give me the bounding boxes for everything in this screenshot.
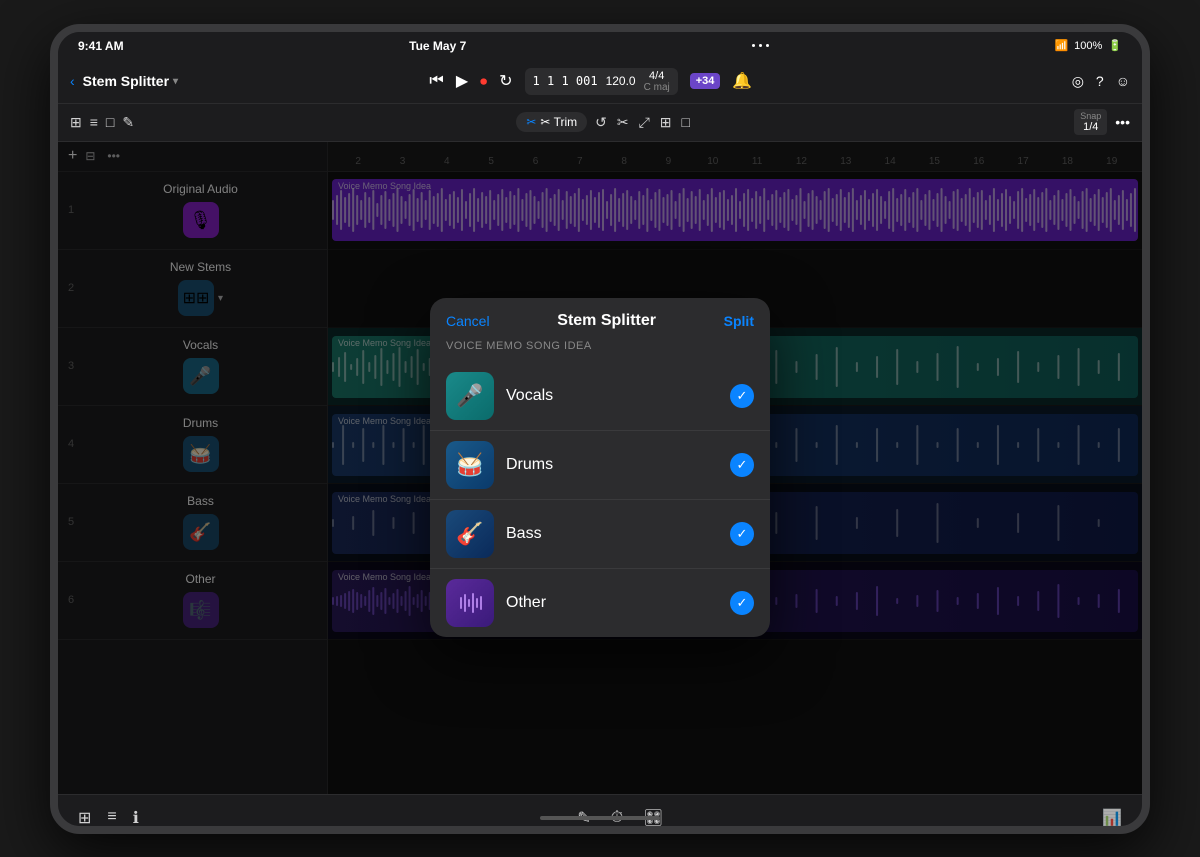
drums-icon: 🥁	[446, 441, 494, 489]
trim-button[interactable]: ✂ ✂ Trim	[516, 112, 587, 132]
title-right-icons: ◎ ? ☺	[1072, 73, 1130, 90]
battery-icon: 🔋	[1108, 39, 1122, 52]
skip-back-button[interactable]: ⏮	[429, 72, 443, 90]
snap-label: Snap	[1080, 111, 1101, 121]
info-icon[interactable]: ℹ	[133, 808, 139, 828]
bass-icon: 🎸	[446, 510, 494, 558]
other-checkbox[interactable]: ✓	[730, 591, 754, 615]
smart-controls-icon[interactable]: ✎	[122, 114, 134, 131]
stem-vocals-item[interactable]: 🎤 Vocals ✓	[430, 362, 770, 430]
trim-label: ✂ Trim	[540, 115, 577, 129]
main-content: + ⊟ ••• 1 Original Audio 🎙 2 New Stems ⊞…	[58, 142, 1142, 794]
vocals-icon: 🎤	[446, 372, 494, 420]
profile-button[interactable]: ☺	[1116, 73, 1130, 89]
back-button[interactable]: ‹	[70, 73, 75, 89]
paste-icon[interactable]: □	[682, 114, 690, 130]
time-sig: 4/4	[649, 70, 664, 82]
library-icon[interactable]: ⊞	[78, 808, 91, 828]
list-view-icon[interactable]: ≡	[90, 114, 98, 130]
toolbar-right: Snap 1/4 •••	[1074, 109, 1130, 135]
modal-subtitle: VOICE MEMO SONG IDEA	[430, 340, 770, 362]
bottom-right-icons: 📊	[1102, 808, 1122, 828]
home-indicator	[540, 816, 660, 820]
bottom-bar: ⊞ ≡ ℹ ✎ ⏱ 🎛 📊	[58, 794, 1142, 834]
modal-overlay: Cancel Stem Splitter Split VOICE MEMO SO…	[58, 142, 1142, 794]
position-numbers: 1 1 1 001	[533, 74, 598, 88]
resize-icon[interactable]: ⤢	[639, 114, 650, 131]
battery-label: 100%	[1074, 40, 1102, 52]
vocals-label: Vocals	[506, 387, 718, 405]
copy-icon[interactable]: ⊞	[660, 114, 672, 131]
split-button[interactable]: Split	[724, 313, 754, 329]
modal-title: Stem Splitter	[557, 312, 656, 330]
tuner-icon[interactable]: 🔔	[732, 71, 752, 91]
other-label: Other	[506, 594, 718, 612]
modal-header: Cancel Stem Splitter Split	[430, 298, 770, 340]
transport-controls: ⏮ ▶ ⏺ ↻ 1 1 1 001 120.0 4/4 C maj +34 🔔	[429, 68, 752, 95]
position-display: 1 1 1 001 120.0 4/4 C maj	[525, 68, 678, 95]
status-right: 📶 100% 🔋	[1054, 39, 1122, 52]
stem-splitter-modal: Cancel Stem Splitter Split VOICE MEMO SO…	[430, 298, 770, 637]
status-time: 9:41 AM	[78, 39, 124, 53]
bpm-display: 120.0	[606, 74, 636, 88]
stem-other-item[interactable]: Other ✓	[430, 568, 770, 637]
bass-checkbox[interactable]: ✓	[730, 522, 754, 546]
help-button[interactable]: ?	[1096, 73, 1104, 89]
toolbar: ⊞ ≡ □ ✎ ✂ ✂ Trim ↺ ✂ ⤢ ⊞ □ Snap 1/4 •••	[58, 104, 1142, 142]
stem-drums-item[interactable]: 🥁 Drums ✓	[430, 430, 770, 499]
wifi-icon: 📶	[1054, 39, 1068, 52]
key-display: C maj	[644, 82, 670, 93]
app-title: Stem Splitter ▾	[83, 73, 178, 89]
drums-checkbox[interactable]: ✓	[730, 453, 754, 477]
stem-bass-item[interactable]: 🎸 Bass ✓	[430, 499, 770, 568]
snap-value: 1/4	[1083, 121, 1098, 133]
bottom-left-icons: ⊞ ≡ ℹ	[78, 808, 139, 828]
bass-label: Bass	[506, 525, 718, 543]
ai-badge[interactable]: +34	[690, 73, 721, 89]
title-bar: ‹ Stem Splitter ▾ ⏮ ▶ ⏺ ↻ 1 1 1 001 120.…	[58, 60, 1142, 104]
loop-button[interactable]: ↻	[499, 71, 512, 91]
cancel-button[interactable]: Cancel	[446, 313, 490, 329]
browser-icon[interactable]: □	[106, 114, 114, 130]
grid-view-icon[interactable]: ⊞	[70, 114, 82, 131]
undo-icon[interactable]: ↺	[595, 114, 607, 131]
vocals-checkbox[interactable]: ✓	[730, 384, 754, 408]
scissors-icon: ✂	[526, 115, 536, 129]
more-options-button[interactable]: •••	[1115, 114, 1130, 130]
status-center	[752, 44, 769, 47]
other-icon	[446, 579, 494, 627]
toolbar-center: ✂ ✂ Trim ↺ ✂ ⤢ ⊞ □	[516, 112, 692, 132]
browser-icon[interactable]: ≡	[107, 808, 116, 828]
status-date: Tue May 7	[409, 39, 466, 53]
search-button[interactable]: ◎	[1072, 73, 1084, 90]
toolbar-left: ⊞ ≡ □ ✎	[70, 114, 134, 131]
drums-label: Drums	[506, 456, 718, 474]
snap-display: Snap 1/4	[1074, 109, 1107, 135]
ipad-frame: 9:41 AM Tue May 7 📶 100% 🔋 ‹ Stem Splitt…	[50, 24, 1150, 834]
title-chevron-icon[interactable]: ▾	[173, 76, 178, 87]
piano-icon[interactable]: 📊	[1102, 810, 1122, 827]
cut-icon[interactable]: ✂	[617, 114, 629, 131]
status-bar: 9:41 AM Tue May 7 📶 100% 🔋	[58, 32, 1142, 60]
play-button[interactable]: ▶	[456, 71, 468, 91]
record-button[interactable]: ⏺	[480, 73, 487, 90]
